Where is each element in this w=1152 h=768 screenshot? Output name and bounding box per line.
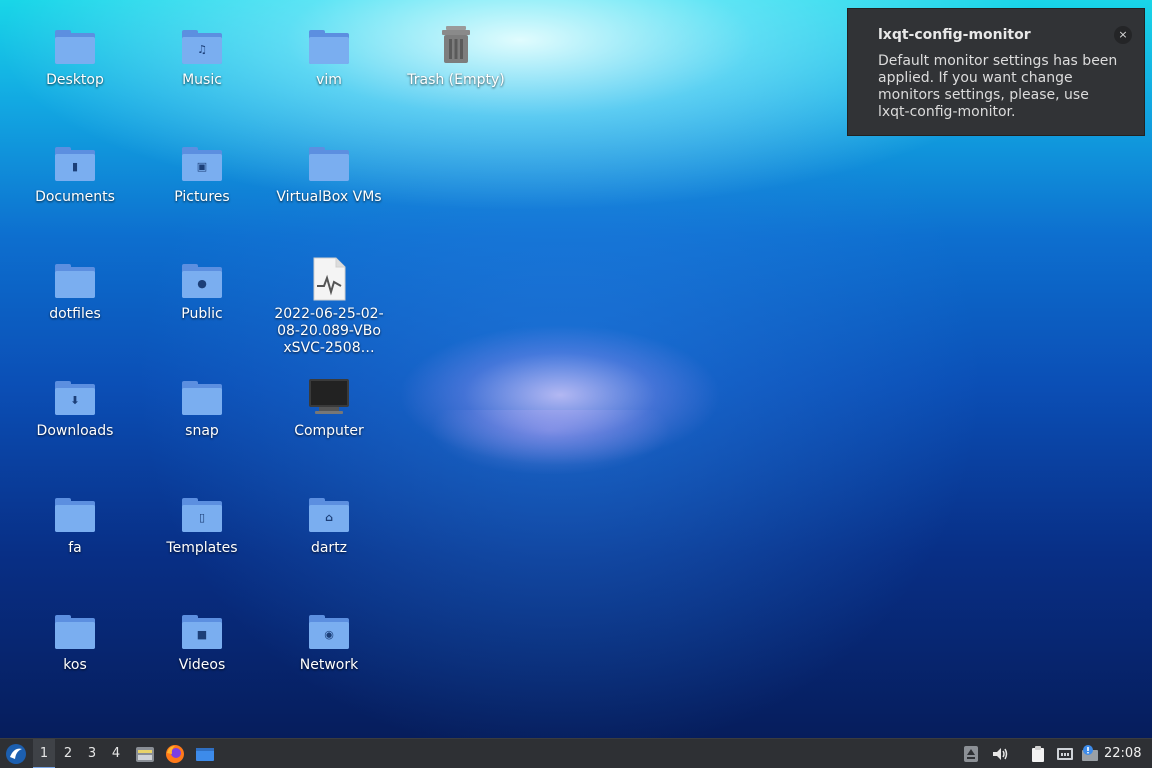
icon-label: fa — [68, 540, 82, 556]
folder-icon — [51, 256, 99, 304]
folder-icon — [178, 373, 226, 421]
icon-label: 2022-06-25-02-08-20.089-VBoxSVC-2508… — [274, 306, 384, 356]
desktop-switch-1[interactable]: 1 — [33, 739, 55, 768]
desktop[interactable]: Desktop ♫ Music vim Trash (Empty) ▮ Docu… — [0, 0, 1152, 738]
wallpaper-jellyfish — [430, 410, 670, 500]
icon-label: Videos — [178, 657, 226, 673]
notification-body: Default monitor settings has been applie… — [878, 53, 1118, 120]
desktop-icon-computer[interactable]: Computer — [274, 373, 384, 440]
icon-label: vim — [316, 72, 342, 88]
icon-label: dartz — [310, 540, 348, 556]
desktop-icon-virtualbox-vms[interactable]: VirtualBox VMs — [274, 139, 384, 206]
icon-label: Computer — [294, 423, 364, 439]
icon-label: VirtualBox VMs — [276, 189, 382, 205]
lubuntu-menu-icon — [6, 744, 26, 764]
desktop-icon-downloads[interactable]: ⬇ Downloads — [20, 373, 130, 440]
desktop-icon-log-file[interactable]: 2022-06-25-02-08-20.089-VBoxSVC-2508… — [274, 256, 384, 357]
network-icon: ◉ — [305, 607, 353, 655]
icon-label: Public — [181, 306, 223, 322]
public-folder-icon: ● — [178, 256, 226, 304]
downloads-folder-icon: ⬇ — [51, 373, 99, 421]
icon-label: Documents — [35, 189, 115, 205]
icon-label: Network — [299, 657, 359, 673]
taskbar: 1 2 3 4 22:08 — [0, 738, 1152, 768]
desktop-icon-dotfiles[interactable]: dotfiles — [20, 256, 130, 323]
folder-icon — [305, 22, 353, 70]
desktop-icon-videos[interactable]: ■ Videos — [147, 607, 257, 674]
folder-icon — [51, 607, 99, 655]
show-desktop-icon — [196, 748, 214, 761]
log-file-icon — [305, 256, 353, 304]
icon-label: Downloads — [36, 423, 114, 439]
pictures-folder-icon: ▣ — [178, 139, 226, 187]
firefox-icon — [166, 745, 184, 763]
network-status-icon[interactable] — [1056, 745, 1074, 763]
desktop-icon-vim[interactable]: vim — [274, 22, 384, 89]
desktop-icon-templates[interactable]: ▯ Templates — [147, 490, 257, 557]
templates-folder-icon: ▯ — [178, 490, 226, 538]
music-folder-icon: ♫ — [178, 22, 226, 70]
clipboard-icon[interactable] — [1029, 745, 1047, 763]
home-folder-icon: ⌂ — [305, 490, 353, 538]
icon-label: kos — [63, 657, 87, 673]
desktop-icon-kos[interactable]: kos — [20, 607, 130, 674]
icon-label: snap — [185, 423, 219, 439]
computer-icon — [305, 373, 353, 421]
desktop-icon-snap[interactable]: snap — [147, 373, 257, 440]
desktop-icon-public[interactable]: ● Public — [147, 256, 257, 323]
update-notifier-icon[interactable] — [962, 745, 980, 763]
icon-label: Pictures — [174, 189, 230, 205]
desktop-switch-4[interactable]: 4 — [105, 739, 127, 768]
desktop-icon-desktop[interactable]: Desktop — [20, 22, 130, 89]
firefox-launcher[interactable] — [163, 739, 187, 768]
folder-icon — [51, 22, 99, 70]
clock[interactable]: 22:08 — [1104, 739, 1141, 768]
desktop-icon-trash[interactable]: Trash (Empty) — [401, 22, 511, 89]
notification-popup[interactable]: lxqt-config-monitor × Default monitor se… — [847, 8, 1145, 136]
main-menu-button[interactable] — [4, 739, 28, 768]
folder-icon — [305, 139, 353, 187]
videos-folder-icon: ■ — [178, 607, 226, 655]
desktop-icon-fa[interactable]: fa — [20, 490, 130, 557]
icon-label: Desktop — [46, 72, 104, 88]
show-desktop-button[interactable] — [193, 739, 217, 768]
trash-icon — [432, 22, 480, 70]
file-manager-launcher[interactable] — [133, 739, 157, 768]
file-manager-icon — [136, 747, 154, 762]
desktop-icon-documents[interactable]: ▮ Documents — [20, 139, 130, 206]
volume-icon[interactable] — [991, 745, 1009, 763]
documents-folder-icon: ▮ — [51, 139, 99, 187]
close-icon[interactable]: × — [1114, 26, 1132, 44]
alert-icon[interactable] — [1081, 745, 1099, 763]
icon-label: Templates — [166, 540, 238, 556]
desktop-switch-2[interactable]: 2 — [57, 739, 79, 768]
icon-label: dotfiles — [49, 306, 101, 322]
icon-label: Music — [182, 72, 222, 88]
desktop-icon-network[interactable]: ◉ Network — [274, 607, 384, 674]
notification-title: lxqt-config-monitor — [878, 27, 1031, 43]
desktop-icon-pictures[interactable]: ▣ Pictures — [147, 139, 257, 206]
desktop-switch-3[interactable]: 3 — [81, 739, 103, 768]
desktop-icon-dartz[interactable]: ⌂ dartz — [274, 490, 384, 557]
desktop-icon-music[interactable]: ♫ Music — [147, 22, 257, 89]
icon-label: Trash (Empty) — [407, 72, 505, 88]
folder-icon — [51, 490, 99, 538]
